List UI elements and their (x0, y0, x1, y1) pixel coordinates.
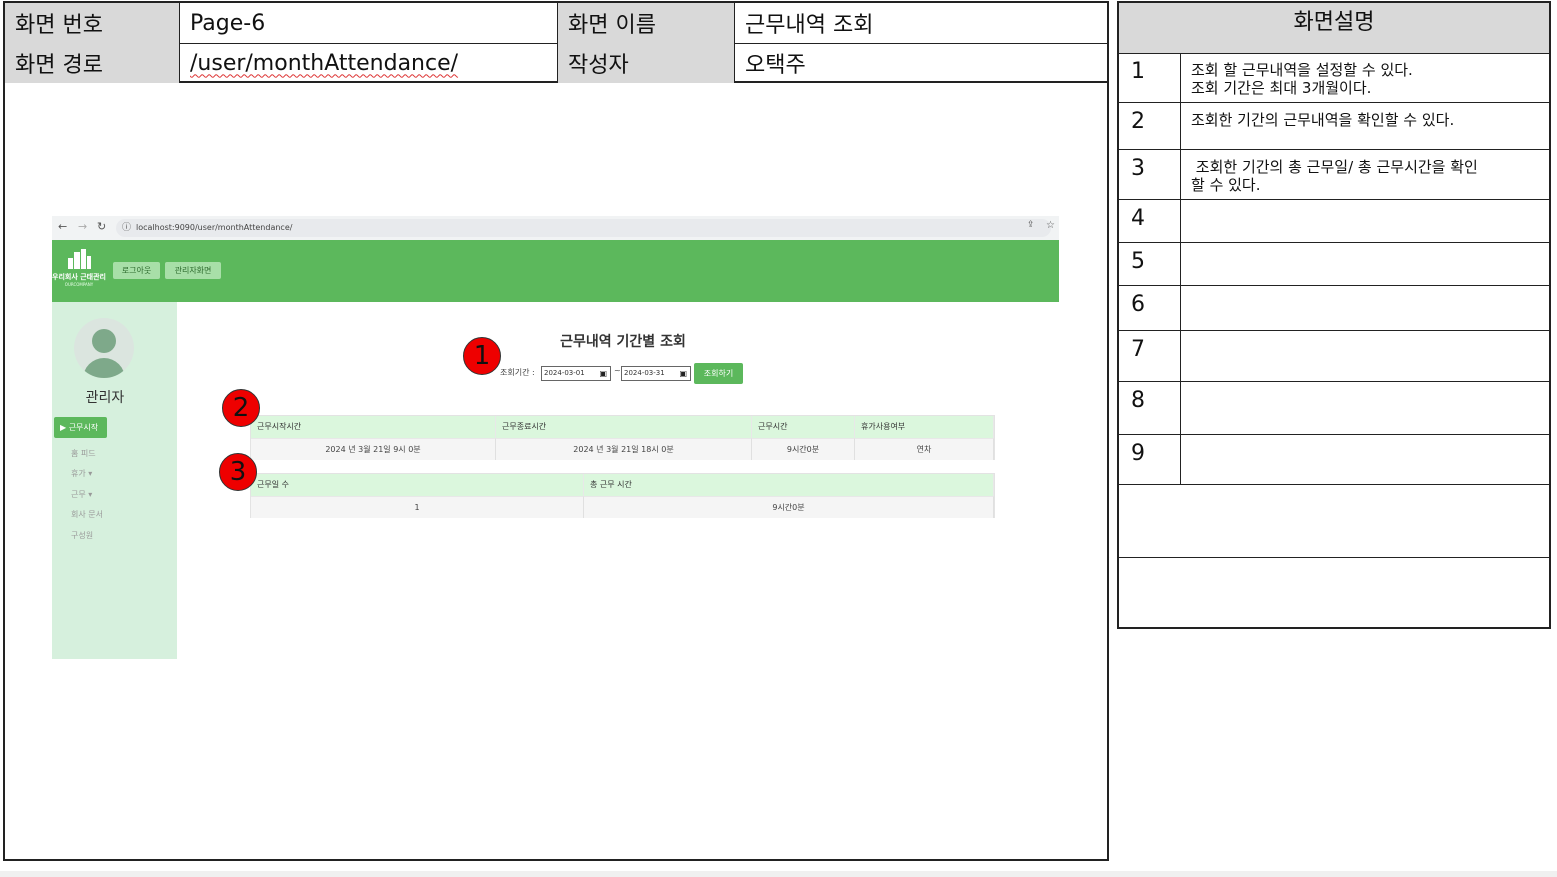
reload-icon[interactable]: ↻ (97, 220, 106, 233)
table-header-cell: 휴가사용여부 (855, 416, 994, 438)
screen-no-value: Page-6 (180, 3, 558, 43)
logo-text: 우리회사 근태관리 (52, 273, 106, 281)
table-cell: 2024 년 3월 21일 9시 0분 (251, 438, 496, 460)
bottom-strip (0, 871, 1557, 877)
author-label: 작성자 (558, 43, 735, 83)
table-header-cell: 총 근무 시간 (584, 474, 994, 496)
sidebar-item-vacation[interactable]: 휴가 ▾ (71, 468, 92, 479)
bookmark-star-icon[interactable]: ☆ (1046, 220, 1055, 231)
sidebar-item-members[interactable]: 구성원 (71, 530, 93, 541)
description-row-number: 5 (1119, 243, 1181, 285)
sidebar-item-work[interactable]: 근무 ▾ (71, 489, 92, 500)
description-row: 7 (1119, 331, 1549, 382)
sidebar-item-company-docs[interactable]: 회사 문서 (71, 509, 103, 520)
logo-subtext: OURCOMPANY (64, 282, 94, 287)
screen-path-text: /user/monthAttendance/ (190, 50, 459, 76)
description-row-text: 조회 할 근무내역을 설정할 수 있다. 조회 기간은 최대 3개월이다. (1191, 61, 1413, 97)
attendance-summary-table: 근무일 수 총 근무 시간 1 9시간0분 (250, 473, 995, 518)
search-button[interactable]: 조회하기 (694, 363, 743, 384)
start-date-value: 2024-03-01 (544, 369, 585, 377)
table-header-cell: 근무시작시간 (251, 416, 496, 438)
description-row-number: 2 (1119, 103, 1181, 149)
table-cell: 연차 (855, 438, 994, 460)
description-row-text: 조회한 기간의 근무내역을 확인할 수 있다. (1191, 111, 1455, 129)
app-header: 우리회사 근태관리 OURCOMPANY 로그아웃 관리자화면 (52, 240, 1059, 302)
end-date-value: 2024-03-31 (624, 369, 665, 377)
table-cell: 1 (251, 496, 584, 518)
back-arrow-icon[interactable]: ← (58, 220, 67, 233)
building-logo-icon[interactable] (66, 249, 92, 269)
description-row-number: 3 (1119, 150, 1181, 199)
address-bar[interactable]: ⓘ localhost:9090/user/monthAttendance/ (116, 219, 1051, 237)
sidebar: 관리자 ▶ 근무시작 홈 피드 휴가 ▾ 근무 ▾ 회사 문서 구성원 (52, 302, 177, 659)
description-row: 9 (1119, 435, 1549, 485)
screen-path-value: /user/monthAttendance/ (180, 43, 558, 83)
table-cell: 9시간0분 (584, 496, 994, 518)
description-empty-row (1119, 485, 1549, 558)
page-title: 근무내역 기간별 조회 (560, 334, 686, 350)
table-header-cell: 근무시간 (752, 416, 855, 438)
annotation-marker-3: 3 (219, 453, 257, 491)
end-date-input[interactable]: 2024-03-31 ▣ (621, 366, 691, 381)
description-row-number: 4 (1119, 200, 1181, 242)
calendar-icon[interactable]: ▣ (679, 367, 687, 380)
attendance-records-table: 근무시작시간 근무종료시간 근무시간 휴가사용여부 2024 년 3월 21일 … (250, 415, 995, 460)
description-row: 6 (1119, 286, 1549, 331)
annotation-marker-1: 1 (463, 337, 501, 375)
browser-toolbar: ← → ↻ ⓘ localhost:9090/user/monthAttenda… (52, 216, 1059, 240)
site-info-icon[interactable]: ⓘ (122, 219, 131, 237)
url-text: localhost:9090/user/monthAttendance/ (136, 223, 293, 232)
description-row-number: 1 (1119, 53, 1181, 102)
screen-meta-table: 화면 번호 Page-6 화면 이름 근무내역 조회 화면 경로 /user/m… (3, 1, 1109, 83)
screen-no-label: 화면 번호 (5, 3, 180, 43)
author-value: 오택주 (745, 53, 806, 78)
table-cell: 2024 년 3월 21일 18시 0분 (496, 438, 752, 460)
description-panel: 화면설명 1 조회 할 근무내역을 설정할 수 있다. 조회 기간은 최대 3개… (1117, 1, 1551, 629)
avatar-body-shape (83, 358, 125, 378)
description-row: 5 (1119, 243, 1549, 286)
description-row: 4 (1119, 200, 1549, 243)
description-row-number: 6 (1119, 286, 1181, 330)
avatar-head-shape (92, 329, 116, 353)
screen-name-label: 화면 이름 (558, 3, 735, 43)
start-work-button[interactable]: ▶ 근무시작 (54, 417, 107, 438)
table-header-cell: 근무종료시간 (496, 416, 752, 438)
user-name: 관리자 (85, 390, 125, 406)
screen-name-value: 근무내역 조회 (745, 13, 874, 38)
description-row: 3 조회한 기간의 총 근무일/ 총 근무시간을 확인 할 수 있다. (1119, 150, 1549, 200)
description-row: 2 조회한 기간의 근무내역을 확인할 수 있다. (1119, 103, 1549, 150)
table-header-cell: 근무일 수 (251, 474, 584, 496)
period-label: 조회기간 : (500, 368, 535, 377)
admin-screen-button[interactable]: 관리자화면 (165, 262, 221, 279)
date-range-separator: ~ (614, 366, 621, 375)
share-icon[interactable]: ⇪ (1027, 220, 1035, 230)
logout-button[interactable]: 로그아웃 (113, 262, 160, 279)
description-row-number: 8 (1119, 382, 1181, 434)
start-date-input[interactable]: 2024-03-01 ▣ (541, 366, 611, 381)
description-title: 화면설명 (1119, 3, 1549, 54)
description-row: 8 (1119, 382, 1549, 435)
forward-arrow-icon[interactable]: → (78, 220, 87, 233)
table-cell: 9시간0분 (752, 438, 855, 460)
annotation-marker-2: 2 (222, 389, 260, 427)
avatar (74, 318, 134, 378)
calendar-icon[interactable]: ▣ (599, 367, 607, 380)
description-row-number: 7 (1119, 331, 1181, 381)
screen-path-label: 화면 경로 (5, 43, 180, 83)
sidebar-item-home-feed[interactable]: 홈 피드 (71, 448, 96, 459)
description-row-text: 조회한 기간의 총 근무일/ 총 근무시간을 확인 할 수 있다. (1191, 158, 1478, 194)
description-row-number: 9 (1119, 435, 1181, 484)
description-row: 1 조회 할 근무내역을 설정할 수 있다. 조회 기간은 최대 3개월이다. (1119, 53, 1549, 103)
